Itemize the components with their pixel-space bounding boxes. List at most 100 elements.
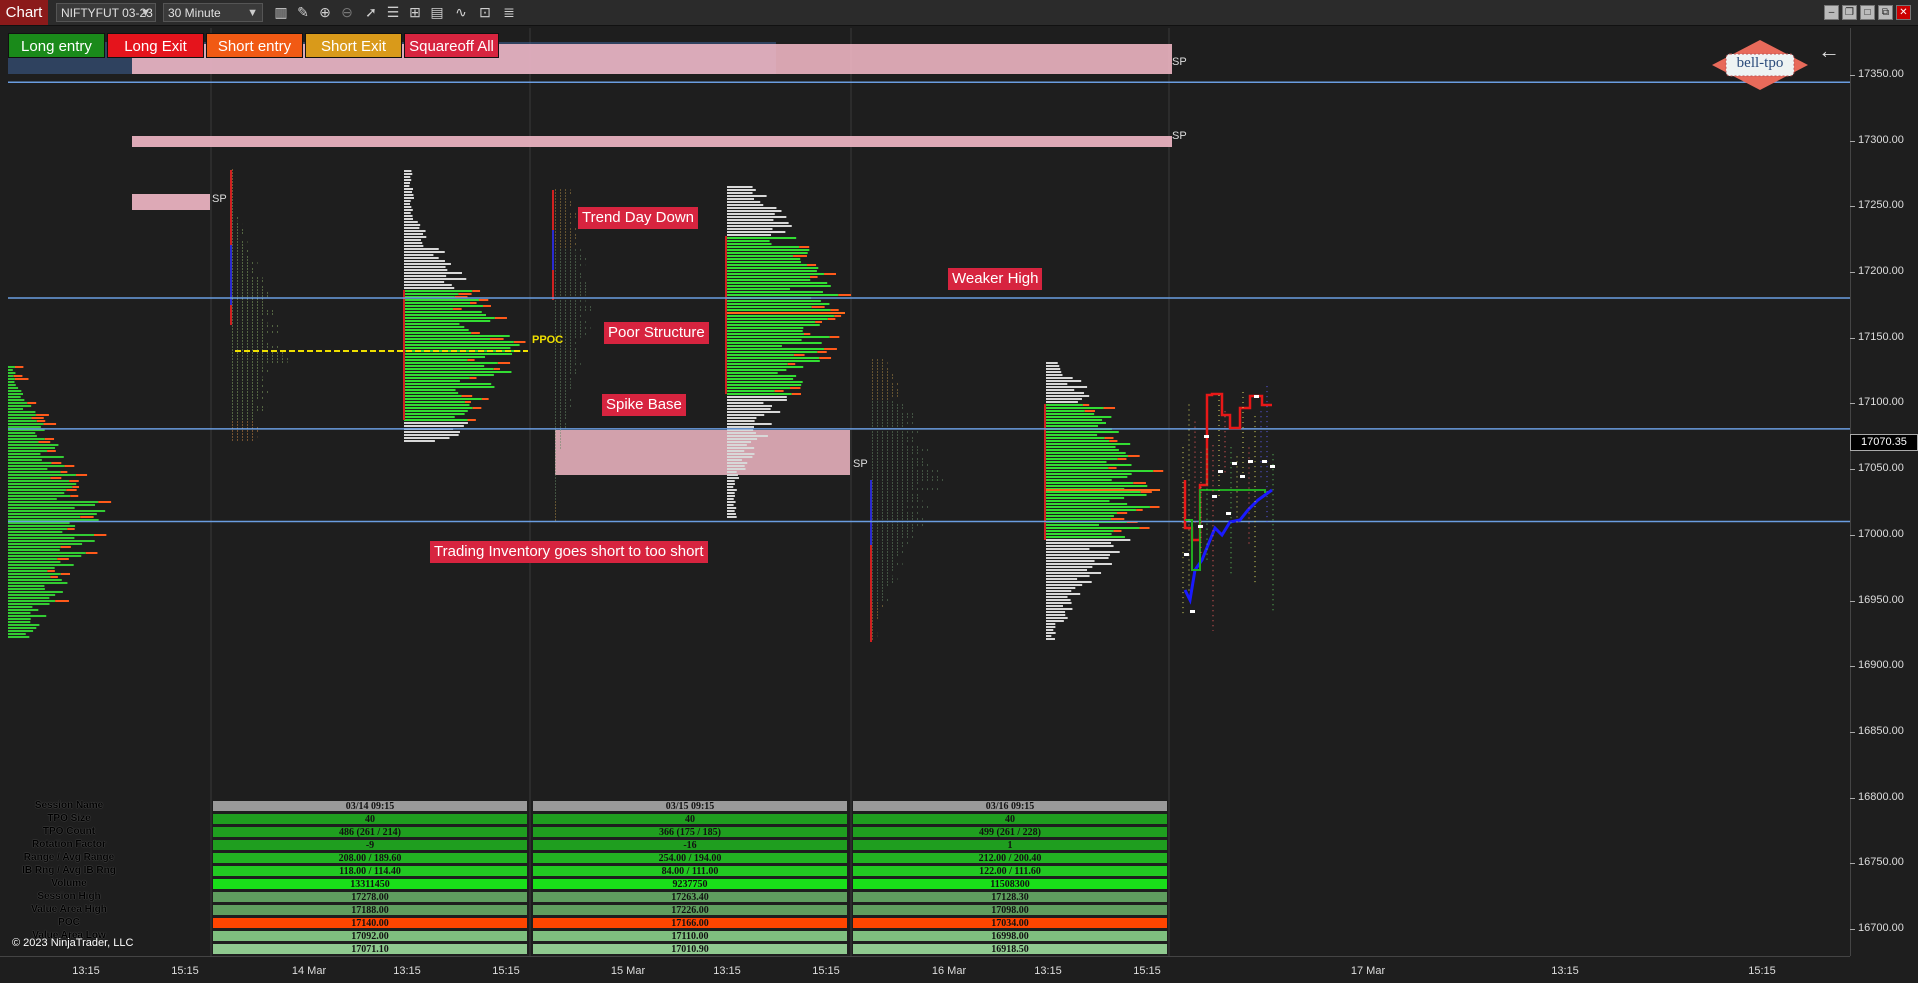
time-tick-label: 15:15 [492, 965, 520, 977]
stat-row-label: IB Rng / Avg IB Rng [22, 865, 116, 876]
long-exit-button[interactable]: Long Exit [107, 33, 204, 58]
open-marker [1232, 462, 1237, 465]
tpo-row-extension [72, 486, 80, 488]
stat-cell: 17140.00 [212, 917, 528, 929]
tpo-row [1046, 446, 1116, 448]
tpo-row-extension [1113, 530, 1122, 532]
tpo-row [727, 315, 835, 317]
tpo-row [404, 281, 445, 283]
tpo-row [727, 261, 801, 263]
open-marker [1248, 460, 1253, 463]
tpo-row [8, 534, 95, 536]
stat-cell: -16 [532, 839, 848, 851]
stat-cell: 17278.00 [212, 891, 528, 903]
price-axis[interactable] [1850, 28, 1918, 956]
tpo-row-extension [838, 294, 852, 296]
tpo-row-extension [70, 495, 79, 497]
tpo-row [727, 348, 825, 350]
tpo-row-extension [55, 600, 69, 602]
tpo-row [404, 305, 484, 307]
tpo-row-extension [810, 276, 818, 278]
open-marker [1240, 475, 1245, 478]
tpo-row [727, 504, 734, 506]
price-tick-label: 17050.00 [1858, 462, 1904, 475]
tpo-row [404, 254, 434, 256]
tpo-row [8, 555, 82, 557]
tpo-row [1046, 476, 1128, 478]
tpo-row-extension [60, 573, 71, 575]
tpo-row [1046, 617, 1068, 619]
annotation-trend-day-down[interactable]: Trend Day Down [578, 207, 698, 229]
open-marker [1270, 465, 1275, 468]
tpo-row [1046, 443, 1131, 445]
short-exit-button[interactable]: Short Exit [305, 33, 402, 58]
tpo-row [727, 486, 734, 488]
tpo-row-extension [827, 318, 836, 320]
squareoff-all-button[interactable]: Squareoff All [404, 33, 499, 58]
tpo-row [404, 440, 435, 442]
tpo-row [727, 390, 775, 392]
price-tick-label: 16700.00 [1858, 922, 1904, 934]
annotation-weaker-high[interactable]: Weaker High [948, 268, 1043, 290]
tpo-row [1046, 629, 1054, 631]
annotation-spike-base[interactable]: Spike Base [602, 394, 686, 416]
price-tick-mark [1850, 140, 1855, 142]
tpo-row [1046, 380, 1082, 382]
tpo-row [8, 564, 74, 566]
tpo-row [727, 204, 764, 206]
tpo-row [1046, 485, 1148, 487]
tpo-row [1046, 578, 1078, 580]
tpo-row [404, 341, 514, 343]
back-arrow-icon[interactable]: ← [1818, 38, 1840, 64]
tpo-row [8, 369, 13, 371]
tpo-row [727, 228, 773, 230]
tpo-row [8, 483, 77, 485]
tpo-row [404, 353, 513, 355]
tpo-row [1046, 392, 1085, 394]
tpo-row-extension [774, 390, 784, 392]
price-tick-mark [1850, 731, 1855, 733]
short-entry-button[interactable]: Short entry [206, 33, 303, 58]
tpo-row [8, 588, 45, 590]
tpo-row [727, 327, 804, 329]
stat-cell: 17226.00 [532, 904, 848, 916]
tpo-row-extension [1128, 455, 1140, 457]
stat-cell: 03/15 09:15 [532, 800, 848, 812]
tpo-row [727, 351, 818, 353]
tpo-row [404, 359, 468, 361]
tpo-row [727, 420, 755, 422]
tpo-row-extension [458, 293, 472, 295]
open-marker [1212, 495, 1217, 498]
copyright: © 2023 NinjaTrader, LLC [12, 937, 134, 949]
tpo-row [8, 576, 51, 578]
open-marker [1218, 470, 1223, 473]
tpo-row-extension [50, 576, 58, 578]
tpo-row [727, 417, 757, 419]
tpo-row [404, 197, 414, 199]
tpo-row [1046, 395, 1090, 397]
tpo-row [8, 504, 96, 506]
stat-row-label: TPO Count [42, 826, 96, 837]
tpo-row [8, 450, 48, 452]
price-tick-label: 16900.00 [1858, 659, 1904, 672]
stat-cell: 486 (261 / 214) [212, 826, 528, 838]
tpo-row-extension [69, 480, 79, 482]
tpo-row [1046, 497, 1125, 499]
annotation-inventory[interactable]: Trading Inventory goes short to too shor… [430, 541, 708, 563]
tpo-row [8, 417, 32, 419]
tpo-row [1046, 560, 1095, 562]
tpo-row [8, 600, 56, 602]
tpo-row [727, 186, 753, 188]
tpo-row-extension [1136, 509, 1143, 511]
stat-cell: 17092.00 [212, 930, 528, 942]
tpo-row [727, 357, 820, 359]
long-entry-button[interactable]: Long entry [8, 33, 105, 58]
annotation-poor-structure[interactable]: Poor Structure [604, 322, 709, 344]
stat-cell: 254.00 / 194.00 [532, 852, 848, 864]
tpo-row [1046, 500, 1110, 502]
tpo-row [1046, 467, 1109, 469]
tpo-row [1046, 548, 1090, 550]
tpo-row [8, 375, 14, 377]
tpo-row [1046, 515, 1114, 517]
tpo-row [1046, 620, 1064, 622]
